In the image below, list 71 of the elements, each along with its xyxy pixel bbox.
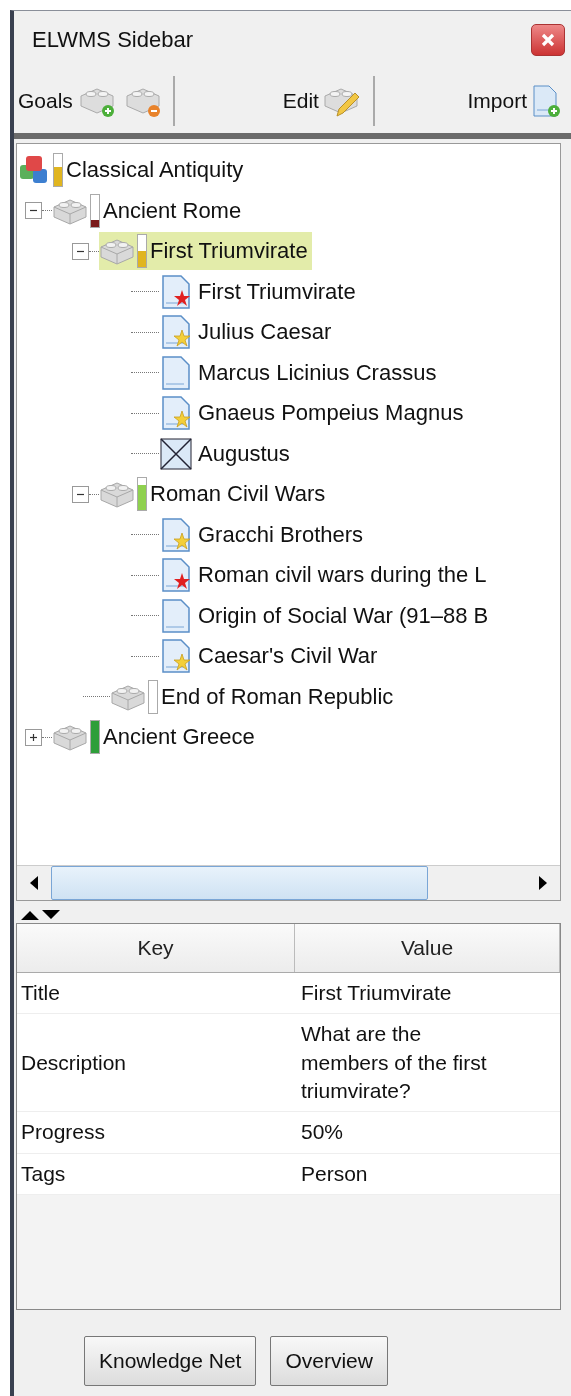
item-label: First Triumvirate: [150, 238, 308, 265]
table-cell-text: What are the members of the first triumvirate?: [300, 1021, 488, 1105]
item-label: Augustus: [198, 440, 290, 467]
tree-item[interactable]: Roman Civil Wars: [99, 475, 330, 514]
document-star-icon: [159, 315, 193, 350]
item-label: First Triumvirate: [198, 278, 356, 305]
table-cell-text: Progress: [20, 1119, 107, 1146]
window-title: ELWMS Sidebar: [32, 27, 193, 53]
item-label: Origin of Social War (91–88 B: [198, 602, 489, 629]
goals-label: Goals: [18, 89, 73, 113]
item-label: Ancient Greece: [103, 724, 255, 751]
crossed-box-icon: [159, 436, 193, 471]
item-label: Roman Civil Wars: [150, 481, 326, 508]
column-header[interactable]: Key: [17, 924, 295, 972]
table-cell-text: First Triumvirate: [300, 980, 453, 1006]
tree-item[interactable]: End of Roman Republic: [110, 677, 398, 716]
tree-item[interactable]: Ancient Rome: [52, 191, 246, 230]
tree-item[interactable]: Caesar's Civil War: [159, 637, 382, 676]
tree-item[interactable]: Marcus Licinius Crassus: [159, 353, 441, 392]
progress-bar: [90, 193, 100, 228]
tree-item[interactable]: Ancient Greece: [52, 718, 259, 757]
document-plus-icon: [531, 84, 561, 118]
tree-item[interactable]: Augustus: [159, 434, 294, 473]
splitter-arrows-icon[interactable]: [20, 907, 62, 921]
tree-item[interactable]: Classical Antiquity: [19, 151, 248, 190]
document-star-icon: [159, 517, 193, 552]
edit-button[interactable]: Edit: [182, 84, 365, 118]
tree-item[interactable]: Gnaeus Pompeius Magnus: [159, 394, 468, 433]
progress-bar: [90, 720, 100, 755]
plus-icon: [28, 731, 39, 743]
import-button[interactable]: Import: [382, 84, 565, 118]
item-label: Roman civil wars during the L: [198, 562, 487, 589]
table-cell-text: Tags: [20, 1160, 67, 1187]
progress-bar: [53, 153, 63, 188]
table-cell-text: 50%: [300, 1119, 345, 1146]
document-star-icon: [159, 639, 193, 674]
dialog-button[interactable]: Knowledge Net: [84, 1336, 257, 1386]
tree-item[interactable]: First Triumvirate: [99, 232, 312, 271]
expand-toggle[interactable]: [25, 728, 42, 746]
tree-item[interactable]: Roman civil wars during the L: [159, 556, 491, 595]
close-button[interactable]: [531, 24, 565, 56]
document-star-icon: [159, 558, 193, 593]
column-header[interactable]: Value: [295, 924, 560, 972]
horizontal-scrollbar[interactable]: [17, 865, 560, 900]
progress-bar: [137, 234, 147, 269]
item-label: Ancient Rome: [103, 197, 242, 224]
dialog-button[interactable]: Overview: [270, 1336, 388, 1386]
collapse-toggle[interactable]: [72, 485, 89, 503]
item-label: End of Roman Republic: [161, 683, 394, 710]
item-label: Julius Caesar: [198, 319, 332, 346]
collapse-toggle[interactable]: [72, 242, 89, 260]
tree-item[interactable]: Gracchi Brothers: [159, 515, 368, 554]
document-icon: [159, 598, 193, 633]
document-star-icon: [159, 274, 193, 309]
item-label: Classical Antiquity: [66, 157, 244, 184]
table-cell-text: Description: [20, 1049, 128, 1076]
close-icon: [540, 32, 556, 48]
item-label: Marcus Licinius Crassus: [198, 359, 437, 386]
scroll-thumb[interactable]: [51, 866, 428, 900]
table-cell-text: Title: [20, 980, 61, 1006]
item-label: Caesar's Civil War: [198, 643, 378, 670]
tree-item[interactable]: First Triumvirate: [159, 272, 360, 311]
collapse-toggle[interactable]: [25, 202, 42, 220]
tree-item[interactable]: Julius Caesar: [159, 313, 336, 352]
document-star-icon: [159, 396, 193, 431]
tree-item[interactable]: Origin of Social War (91–88 B: [159, 596, 493, 635]
table-cell-text: Person: [300, 1160, 369, 1187]
progress-bar: [137, 477, 147, 512]
item-label: Gracchi Brothers: [198, 521, 364, 548]
item-label: Gnaeus Pompeius Magnus: [198, 400, 464, 427]
document-icon: [159, 355, 193, 390]
